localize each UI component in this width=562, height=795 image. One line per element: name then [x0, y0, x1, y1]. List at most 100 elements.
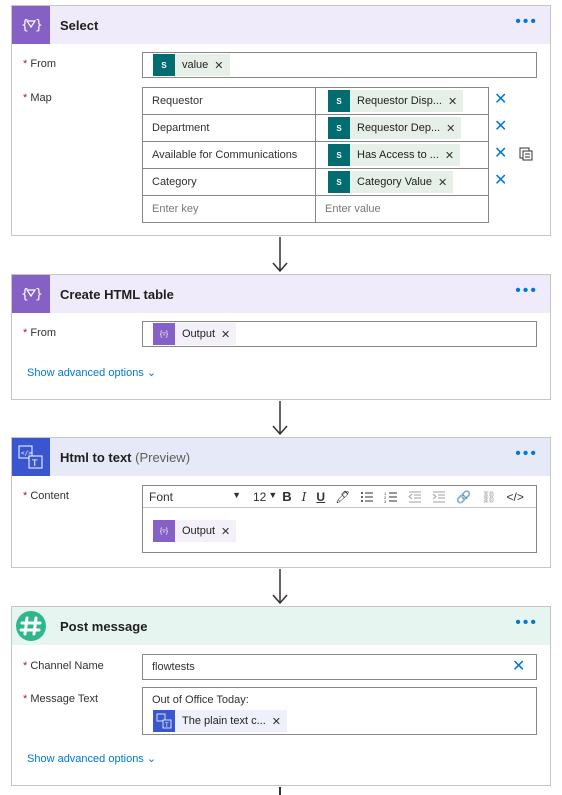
map-key-cell[interactable]: Available for Communications — [142, 141, 316, 169]
map-row: Requestor S Requestor Disp... ✕ — [142, 87, 489, 115]
map-value-cell[interactable]: S Requestor Dep... ✕ — [315, 114, 489, 142]
plain-text-token[interactable]: T The plain text c... ✕ — [153, 710, 287, 732]
create-html-table-card: {} Create HTML table ••• * From {▿} Outp… — [11, 274, 551, 400]
show-advanced-options-link[interactable]: Show advanced options ⌄ — [27, 366, 156, 379]
create-table-from-label: * From — [23, 327, 57, 339]
rich-text-toolbar: Font ▼ 12 ▼ B I U 🖊 123 🔗 ⛓ </> — [143, 486, 536, 508]
bold-icon[interactable]: B — [282, 489, 291, 504]
delete-row-icon[interactable]: ✕ — [494, 89, 507, 109]
post-message-card: Post message ••• * Channel Name flowtest… — [11, 606, 551, 786]
bullet-list-icon[interactable] — [360, 491, 374, 503]
create-html-table-title: Create HTML table — [60, 286, 174, 302]
channel-name-label: * Channel Name — [23, 660, 104, 672]
show-advanced-options-link[interactable]: Show advanced options ⌄ — [27, 752, 156, 765]
map-row: Department S Requestor Dep... ✕ — [142, 114, 489, 142]
select-header[interactable]: {} Select ••• — [12, 6, 550, 44]
sharepoint-icon: S — [328, 144, 350, 166]
font-family-select[interactable]: Font ▼ — [149, 490, 241, 504]
italic-icon[interactable]: I — [302, 490, 307, 504]
svg-text:T: T — [165, 723, 169, 729]
map-value-token[interactable]: S Requestor Dep... ✕ — [328, 117, 462, 139]
html-to-text-more-options-button[interactable]: ••• — [515, 446, 538, 462]
svg-text:}: } — [35, 287, 42, 302]
select-from-label: * From — [23, 58, 57, 70]
message-text-label: * Message Text — [23, 693, 99, 705]
flow-arrow-icon — [272, 401, 288, 436]
highlight-pen-icon[interactable]: 🖊 — [335, 490, 350, 504]
font-size-select[interactable]: 12 ▼ — [253, 490, 277, 504]
sharepoint-icon: S — [328, 90, 350, 112]
remove-token-icon[interactable]: ✕ — [214, 59, 223, 72]
increase-indent-icon[interactable] — [432, 491, 446, 503]
map-key-cell[interactable]: Category — [142, 168, 316, 196]
map-row: Enter key Enter value — [142, 195, 489, 223]
underline-icon[interactable]: U — [316, 490, 325, 504]
select-action-icon: {} — [12, 6, 50, 44]
clear-channel-icon[interactable]: ✕ — [512, 656, 525, 676]
map-key-input[interactable]: Enter key — [142, 195, 316, 223]
map-value-cell[interactable]: S Has Access to ... ✕ — [315, 141, 489, 169]
select-from-field[interactable]: S value ✕ — [142, 52, 537, 78]
slack-icon — [12, 607, 50, 645]
output-token[interactable]: {▿} Output ✕ — [153, 323, 237, 345]
svg-text:3: 3 — [384, 499, 387, 503]
create-table-more-options-button[interactable]: ••• — [515, 283, 538, 299]
flow-arrow-icon — [272, 569, 288, 605]
select-map-label: * Map — [23, 92, 52, 104]
map-row: Category S Category Value ✕ — [142, 168, 489, 196]
select-more-options-button[interactable]: ••• — [515, 14, 538, 30]
remove-token-icon[interactable]: ✕ — [446, 122, 455, 135]
create-html-table-header[interactable]: {} Create HTML table ••• — [12, 275, 550, 313]
remove-token-icon[interactable]: ✕ — [448, 95, 457, 108]
output-token[interactable]: {▿} Output ✕ — [153, 520, 237, 542]
channel-name-field[interactable]: flowtests ✕ — [142, 654, 537, 680]
create-table-from-field[interactable]: {▿} Output ✕ — [142, 321, 537, 347]
numbered-list-icon[interactable]: 123 — [384, 491, 398, 503]
remove-token-icon[interactable]: ✕ — [438, 176, 447, 189]
html-to-text-token-icon: T — [153, 710, 175, 732]
map-value-token[interactable]: S Category Value ✕ — [328, 171, 454, 193]
delete-row-icon[interactable]: ✕ — [494, 170, 507, 190]
post-message-header[interactable]: Post message ••• — [12, 607, 550, 645]
post-message-more-options-button[interactable]: ••• — [515, 615, 538, 631]
map-table: Requestor S Requestor Disp... ✕ Departmen… — [142, 87, 489, 223]
svg-text:}: } — [35, 18, 42, 33]
link-icon[interactable]: 🔗 — [456, 490, 471, 504]
value-token[interactable]: S value ✕ — [153, 54, 230, 76]
map-key-cell[interactable]: Department — [142, 114, 316, 142]
remove-token-icon[interactable]: ✕ — [221, 525, 230, 538]
decrease-indent-icon[interactable] — [408, 491, 422, 503]
html-to-text-icon: </> T — [12, 438, 50, 476]
content-editor[interactable]: Font ▼ 12 ▼ B I U 🖊 123 🔗 ⛓ </> {▿} Output… — [142, 485, 537, 553]
remove-token-icon[interactable]: ✕ — [445, 149, 454, 162]
map-value-cell[interactable]: S Requestor Disp... ✕ — [315, 87, 489, 115]
caret-down-icon: ▼ — [268, 489, 278, 500]
create-table-output-icon: {▿} — [153, 520, 175, 542]
map-value-token[interactable]: S Requestor Disp... ✕ — [328, 90, 464, 112]
html-to-text-card: </> T Html to text (Preview) ••• * Conten… — [11, 437, 551, 568]
html-to-text-title: Html to text (Preview) — [60, 449, 191, 465]
chevron-down-icon: ⌄ — [146, 367, 157, 379]
flow-arrow-icon — [272, 237, 288, 273]
remove-token-icon[interactable]: ✕ — [272, 715, 281, 728]
delete-row-icon[interactable]: ✕ — [494, 143, 507, 163]
switch-map-mode-icon[interactable] — [519, 147, 533, 164]
data-operation-icon: {} — [12, 275, 50, 313]
map-value-token[interactable]: S Has Access to ... ✕ — [328, 144, 461, 166]
remove-token-icon[interactable]: ✕ — [221, 328, 230, 341]
delete-row-icon[interactable]: ✕ — [494, 116, 507, 136]
chevron-down-icon: ⌄ — [146, 753, 157, 765]
flow-connector-stub — [279, 787, 281, 795]
map-key-cell[interactable]: Requestor — [142, 87, 316, 115]
map-value-input[interactable]: Enter value — [315, 195, 489, 223]
sharepoint-icon: S — [328, 117, 350, 139]
select-title: Select — [60, 17, 99, 33]
map-value-cell[interactable]: S Category Value ✕ — [315, 168, 489, 196]
unlink-icon[interactable]: ⛓ — [481, 490, 496, 504]
message-text-field[interactable]: Out of Office Today: T The plain text c.… — [142, 687, 537, 735]
select-output-icon: {▿} — [153, 323, 175, 345]
svg-text:T: T — [31, 459, 38, 469]
html-to-text-header[interactable]: </> T Html to text (Preview) ••• — [12, 438, 550, 476]
code-view-icon[interactable]: </> — [507, 490, 524, 504]
map-row: Available for Communications S Has Acces… — [142, 141, 489, 169]
